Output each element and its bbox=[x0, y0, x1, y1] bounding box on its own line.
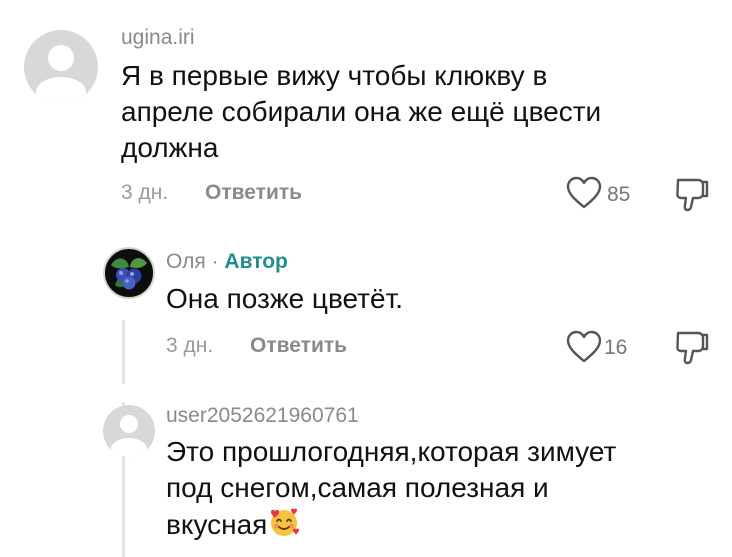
comment-text-line: апреле собирали она же ещё цвести bbox=[121, 96, 602, 127]
reply-button[interactable]: Ответить bbox=[250, 334, 347, 358]
comment-time: 3 дн. bbox=[166, 334, 214, 357]
comment-text-line: Я в первые вижу чтобы клюкву в bbox=[121, 60, 548, 91]
thumb-down-outline-icon bbox=[676, 331, 709, 365]
comment-text: Это прошлогодняя,которая зимует под снег… bbox=[166, 434, 711, 547]
comment-text-line: Она позже цветёт. bbox=[166, 283, 404, 314]
like-button[interactable] bbox=[566, 176, 602, 210]
comment-text-line: вкусная bbox=[166, 506, 711, 547]
author-avatar[interactable] bbox=[103, 247, 155, 299]
comment-text-line: под снегом,самая полезная и bbox=[166, 472, 549, 503]
dislike-button[interactable] bbox=[674, 329, 710, 367]
comment-text-line: Это прошлогодняя,которая зимует bbox=[166, 436, 617, 467]
author-badge: Автор bbox=[224, 250, 288, 273]
comment-item: Оля · Автор Она позже цветёт. 3 дн. Отве… bbox=[0, 230, 732, 390]
comment-text: Она позже цветёт. bbox=[166, 281, 686, 317]
comment-username: Оля · Автор bbox=[166, 250, 288, 274]
comment-text: Я в первые вижу чтобы клюкву в апреле со… bbox=[121, 58, 711, 166]
avatar[interactable] bbox=[24, 30, 98, 104]
thumb-down-outline-icon bbox=[676, 178, 709, 212]
smiling-face-with-hearts-icon bbox=[267, 506, 301, 547]
comment-item: user2052621960761 Это прошлогодняя,котор… bbox=[0, 390, 732, 557]
comment-text-fragment: вкусная bbox=[166, 509, 268, 540]
comment-item: ugina.iri Я в первые вижу чтобы клюкву в… bbox=[0, 0, 732, 230]
like-count: 16 bbox=[604, 336, 628, 359]
comment-username[interactable]: ugina.iri bbox=[121, 26, 195, 50]
dislike-button[interactable] bbox=[674, 176, 710, 214]
thread-line bbox=[122, 320, 125, 384]
heart-outline-icon bbox=[566, 330, 602, 363]
avatar[interactable] bbox=[103, 405, 155, 457]
heart-outline-icon bbox=[566, 176, 602, 209]
comment-text-line: должна bbox=[121, 132, 219, 163]
like-button[interactable] bbox=[566, 330, 602, 364]
blueberry-avatar-image bbox=[111, 258, 147, 290]
comment-time: 3 дн. bbox=[121, 181, 169, 204]
comment-username[interactable]: user2052621960761 bbox=[166, 404, 359, 428]
author-name[interactable]: Оля bbox=[166, 250, 206, 273]
reply-button[interactable]: Ответить bbox=[205, 181, 302, 205]
username-separator: · bbox=[205, 250, 225, 273]
like-count: 85 bbox=[607, 183, 631, 206]
